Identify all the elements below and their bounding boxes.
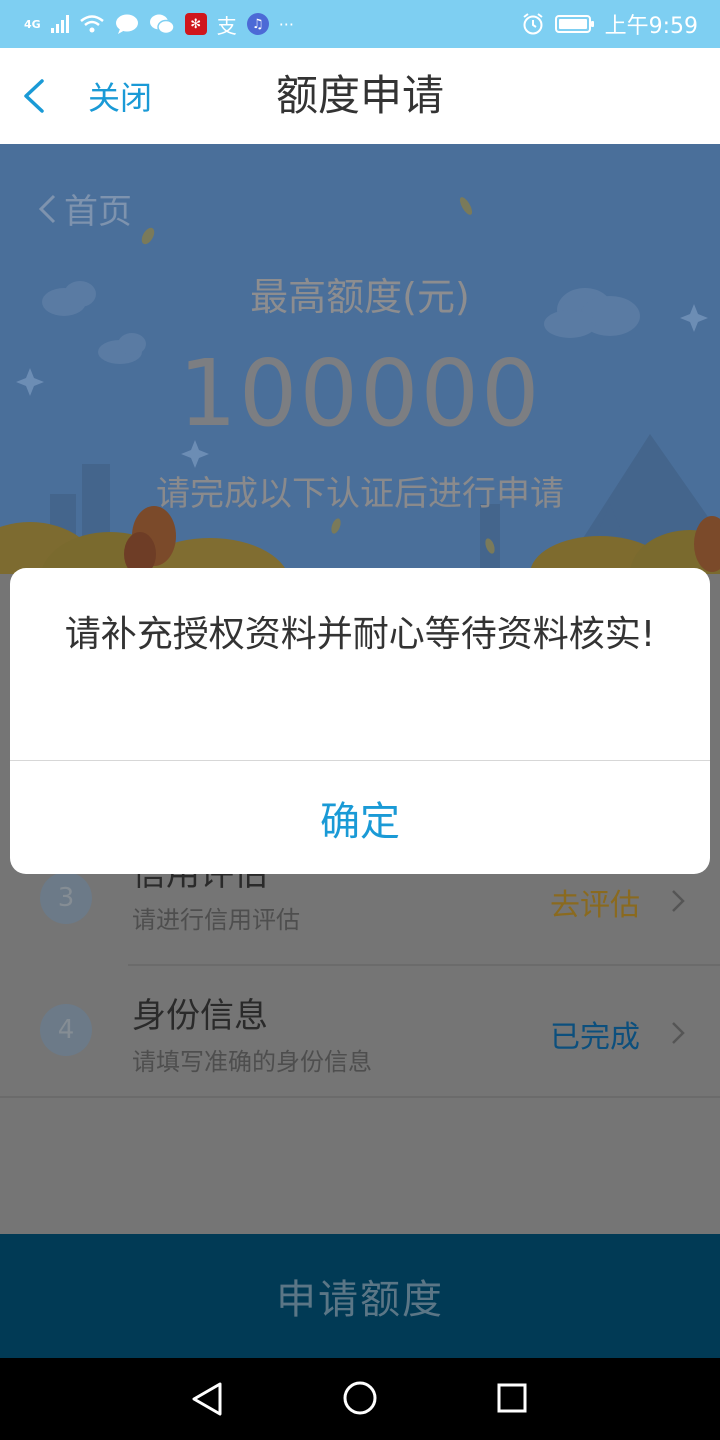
step-row-identity[interactable]: 4 身份信息 请填写准确的身份信息 已完成 <box>0 966 720 1096</box>
app-icon: ✻ <box>184 13 207 35</box>
chevron-left-icon <box>38 194 56 223</box>
dialog-message: 请补充授权资料并耐心等待资料核实! <box>64 614 656 655</box>
nav-home-icon[interactable] <box>342 1380 378 1416</box>
system-nav-bar <box>0 1358 720 1440</box>
network-type: 4G <box>24 17 41 31</box>
signal-icon <box>50 15 69 33</box>
nav-bar: 关闭 额度申请 <box>0 48 720 144</box>
max-limit-amount: 100000 <box>178 340 542 447</box>
nav-recents-icon[interactable] <box>496 1382 528 1414</box>
step-action[interactable]: 去评估 <box>550 880 640 924</box>
home-back-label: 首页 <box>64 192 132 232</box>
alert-dialog: 请补充授权资料并耐心等待资料核实! 确定 <box>10 568 710 874</box>
step-number: 3 <box>40 872 92 924</box>
apply-limit-button[interactable]: 申请额度 <box>0 1234 720 1358</box>
wechat-icon <box>149 14 175 35</box>
step-title: 身份信息 <box>132 996 268 1036</box>
page-title: 额度申请 <box>275 71 444 120</box>
music-icon: ♫ <box>246 13 269 35</box>
more-icon: ··· <box>278 14 294 34</box>
list-bottom-divider <box>0 1096 720 1098</box>
chevron-right-icon <box>672 890 685 912</box>
nav-back-icon[interactable] <box>190 1380 224 1418</box>
step-subtitle: 请填写准确的身份信息 <box>132 1048 372 1076</box>
alipay-icon: 支 <box>216 13 237 38</box>
hero-banner: 首页 最高额度(元) 100000 请完成以下认证后进行申请 <box>0 144 720 574</box>
clock: 上午9:59 <box>604 14 698 39</box>
step-action[interactable]: 已完成 <box>550 1012 640 1056</box>
wifi-icon <box>79 15 104 33</box>
alarm-icon <box>522 13 543 35</box>
message-icon <box>115 14 138 34</box>
battery-icon <box>554 15 594 33</box>
confirm-button[interactable]: 确定 <box>10 761 710 874</box>
instruction-text: 请完成以下认证后进行申请 <box>156 474 564 514</box>
step-subtitle: 请进行信用评估 <box>132 906 300 934</box>
chevron-right-icon <box>672 1022 685 1044</box>
home-back-link[interactable]: 首页 <box>36 184 132 233</box>
status-right: 上午9:59 <box>521 8 698 40</box>
max-limit-label: 最高额度(元) <box>250 275 470 319</box>
status-bar: 4G ✻ 支 ♫ ··· 上午9:59 <box>0 0 720 48</box>
status-left: 4G ✻ 支 ♫ ··· <box>24 8 294 40</box>
step-number: 4 <box>40 1004 92 1056</box>
